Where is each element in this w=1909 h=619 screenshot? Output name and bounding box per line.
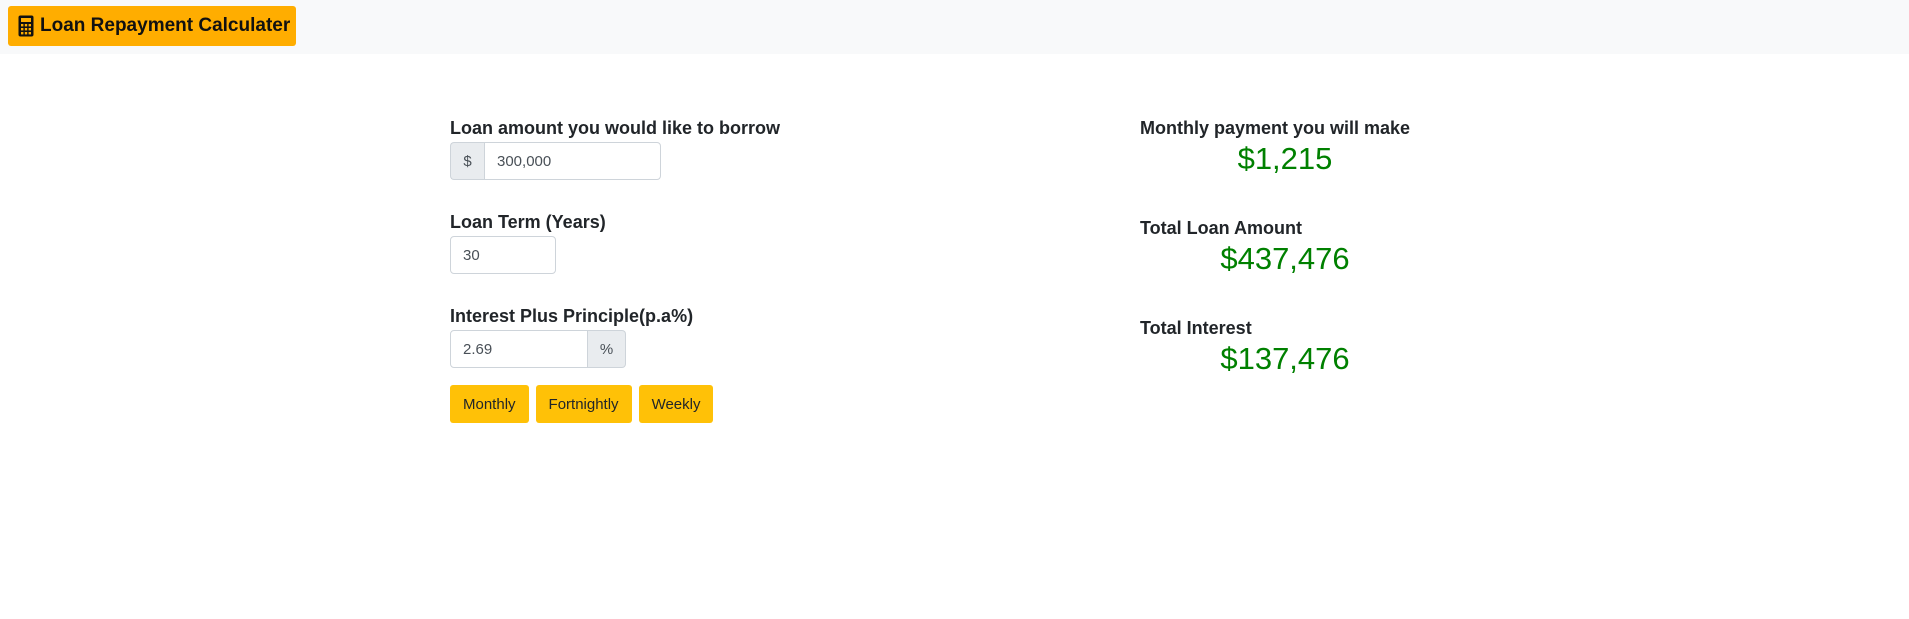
interest-input[interactable] [450,330,588,368]
total-interest-result: Total Interest $137,476 [1140,316,1540,378]
monthly-button[interactable]: Monthly [450,385,529,423]
total-interest-value: $137,476 [1220,341,1350,376]
frequency-buttons: Monthly Fortnightly Weekly [450,385,950,423]
calculator-icon [18,15,34,37]
percent-suffix: % [588,330,626,368]
results-panel: Monthly payment you will make $1,215 Tot… [1140,116,1540,416]
dollar-prefix: $ [450,142,484,180]
total-interest-label: Total Interest [1140,318,1252,338]
payment-value: $1,215 [1237,141,1333,176]
payment-label: Monthly payment you will make [1140,118,1411,138]
fortnightly-button[interactable]: Fortnightly [535,385,632,423]
navbar: Loan Repayment Calculater [0,0,1909,54]
interest-group: % [450,330,950,368]
loan-amount-group: $ [450,142,950,180]
brand-link[interactable]: Loan Repayment Calculater [8,6,297,46]
interest-label: Interest Plus Principle(p.a%) [450,306,694,326]
loan-term-group [450,236,950,274]
loan-amount-label: Loan amount you would like to borrow [450,118,780,138]
loan-term-input[interactable] [450,236,556,274]
brand-title: Loan Repayment Calculater [40,15,291,36]
weekly-button[interactable]: Weekly [638,385,714,423]
total-loan-value: $437,476 [1220,241,1350,276]
loan-amount-input[interactable] [484,142,661,180]
total-loan-result: Total Loan Amount $437,476 [1140,216,1540,278]
total-loan-label: Total Loan Amount [1140,218,1302,238]
calculator-form: Loan amount you would like to borrow $ L… [450,116,950,423]
payment-result: Monthly payment you will make $1,215 [1140,116,1540,178]
loan-term-label: Loan Term (Years) [450,212,606,232]
